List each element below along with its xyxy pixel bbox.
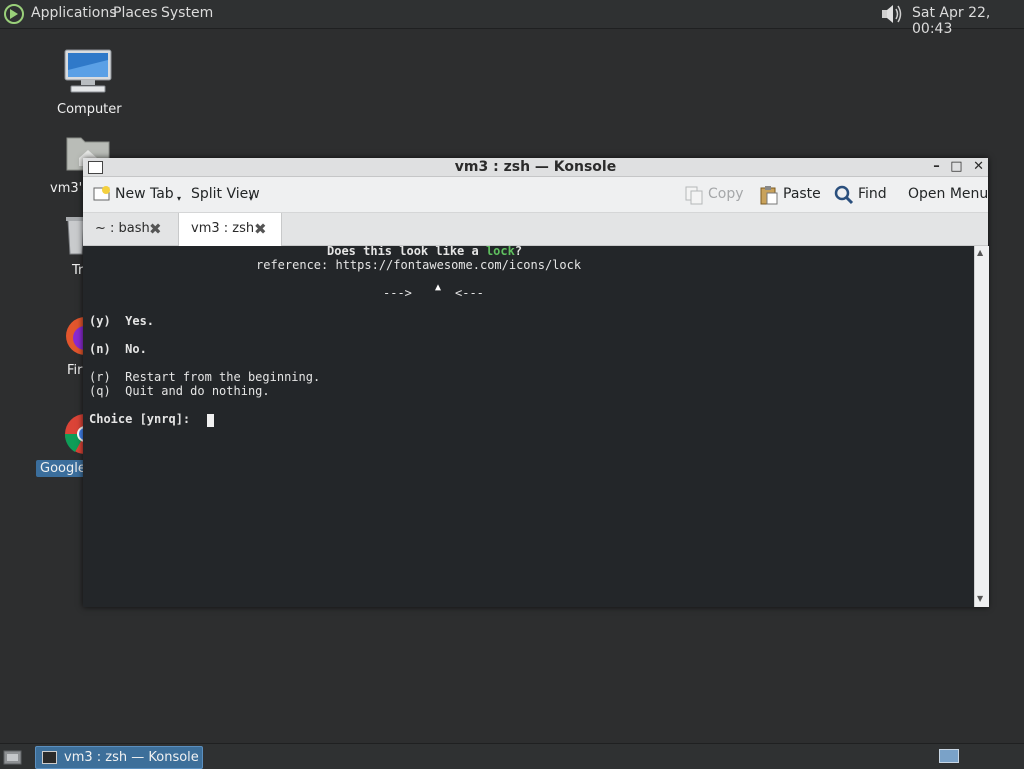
applications-logo-icon[interactable] — [3, 3, 25, 25]
desktop-icon-label: Google — [36, 460, 90, 477]
reference-line: reference: https://fontawesome.com/icons… — [256, 258, 582, 272]
copy-button[interactable]: Copy — [684, 177, 744, 212]
desktop-icon-computer[interactable]: Computer — [56, 48, 122, 122]
computer-icon — [64, 49, 112, 93]
tab-bash[interactable]: ~ : bash ✖ — [83, 213, 176, 245]
show-desktop-icon[interactable] — [3, 748, 23, 766]
option-restart: (r) Restart from the beginning. — [89, 370, 321, 384]
find-button[interactable]: Find — [834, 177, 890, 212]
copy-label: Copy — [708, 186, 744, 202]
close-tab-icon[interactable]: ✖ — [254, 213, 267, 245]
tab-label: vm3 : zsh — [191, 221, 255, 236]
split-view-button[interactable]: Split View ▾ — [191, 177, 261, 212]
desktop-icon-label: Computer — [57, 102, 122, 117]
desktop-icon-label: Tr — [72, 263, 84, 278]
terminal-app-icon — [42, 751, 57, 764]
chevron-down-icon: ▾ — [177, 194, 182, 203]
clock[interactable]: Sat Apr 22, 00:43 — [912, 5, 1024, 37]
menu-applications[interactable]: Applications — [31, 5, 117, 21]
desktop-icon-label: Fir — [67, 363, 83, 378]
paste-icon — [760, 186, 778, 205]
terminal-output[interactable]: Does this look like a lock? reference: h… — [83, 246, 974, 607]
desktop-icon-google-chrome[interactable]: Google — [36, 410, 90, 482]
taskbar-konsole-button[interactable]: vm3 : zsh — Konsole — [35, 746, 203, 769]
option-quit: (q) Quit and do nothing. — [89, 384, 270, 398]
open-menu-button[interactable]: Open Menu — [908, 177, 988, 212]
top-panel: Applications Places System Sat Apr 22, 0… — [0, 0, 1024, 37]
open-menu-label: Open Menu — [908, 186, 989, 202]
bottom-panel: vm3 : zsh — Konsole — [0, 743, 1024, 769]
highlighted-word: lock — [485, 246, 515, 258]
konsole-window: vm3 : zsh — Konsole – □ ✕ New Tab ▾ Spli… — [83, 158, 989, 607]
minimize-button[interactable]: – — [933, 159, 940, 174]
volume-icon[interactable] — [880, 3, 904, 25]
find-label: Find — [858, 186, 887, 202]
workspace-switcher-icon[interactable] — [939, 749, 959, 763]
chrome-icon — [64, 414, 83, 454]
choice-prompt: Choice [ynrq]: — [89, 412, 191, 426]
new-tab-icon — [93, 186, 110, 201]
toolbar: New Tab ▾ Split View ▾ Copy Paste Find O… — [83, 177, 988, 213]
new-tab-button[interactable]: New Tab ▾ — [91, 177, 183, 212]
window-titlebar[interactable]: vm3 : zsh — Konsole – □ ✕ — [83, 158, 988, 177]
question-line: Does this look like a lock? — [327, 246, 523, 258]
copy-icon — [685, 186, 703, 205]
scroll-down-icon[interactable]: ▼ — [977, 594, 983, 603]
scroll-up-icon[interactable]: ▲ — [977, 248, 983, 257]
tab-zsh[interactable]: vm3 : zsh ✖ — [178, 213, 282, 246]
menu-places[interactable]: Places — [113, 5, 158, 21]
tab-label: ~ : bash — [95, 221, 150, 236]
paste-label: Paste — [783, 186, 821, 202]
caret-up-icon: ▲ — [435, 282, 442, 293]
option-yes: (y) Yes. — [89, 314, 155, 328]
terminal-cursor — [207, 414, 214, 427]
terminal-scrollbar[interactable]: ▲ ▼ — [974, 246, 989, 607]
taskbar-button-label: vm3 : zsh — Konsole — [64, 750, 199, 765]
chevron-down-icon: ▾ — [249, 194, 254, 203]
close-tab-icon[interactable]: ✖ — [149, 213, 162, 245]
arrows-left: ---> — [383, 286, 412, 300]
maximize-button[interactable]: □ — [950, 159, 962, 174]
search-icon — [834, 185, 854, 205]
menu-system[interactable]: System — [161, 5, 213, 21]
new-tab-label: New Tab — [115, 186, 174, 202]
arrows-right: <--- — [455, 286, 484, 300]
window-title: vm3 : zsh — Konsole — [454, 159, 617, 175]
option-no: (n) No. — [89, 342, 147, 356]
tab-bar: ~ : bash ✖ vm3 : zsh ✖ — [83, 213, 988, 246]
paste-button[interactable]: Paste — [759, 177, 821, 212]
close-button[interactable]: ✕ — [973, 159, 984, 174]
